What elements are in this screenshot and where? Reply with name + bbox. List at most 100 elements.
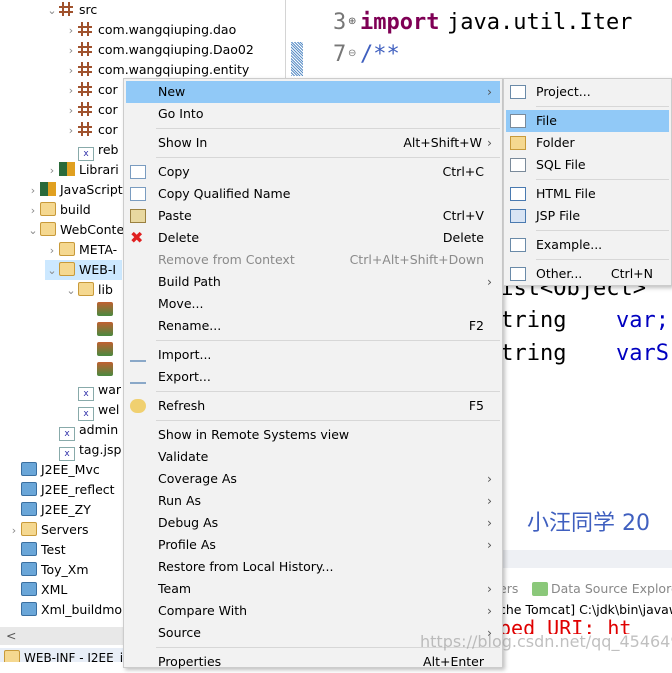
tree-item[interactable]: › Servers: [7, 520, 95, 540]
menu-separator: [156, 128, 500, 129]
menu-item-delete[interactable]: ✖ Delete Delete: [126, 227, 500, 249]
menu-item-new[interactable]: New ›: [126, 81, 500, 103]
menu-item-import[interactable]: Import...: [126, 344, 500, 366]
menu-item-coverage-as[interactable]: Coverage As ›: [126, 468, 500, 490]
chevron-right-icon: ›: [487, 274, 492, 289]
tree-item[interactable]: › cor: [64, 80, 124, 100]
menu-item-properties[interactable]: Properties Alt+Enter: [126, 651, 500, 673]
chevron-right-icon: ›: [487, 581, 492, 596]
lib-icon: [59, 162, 75, 176]
menu-item-example[interactable]: Example...: [506, 234, 669, 256]
menu-item-move[interactable]: Move...: [126, 293, 500, 315]
tree-item[interactable]: › com.wangqiuping.Dao02: [64, 40, 260, 60]
menu-item-remove-from-context[interactable]: Remove from Context Ctrl+Alt+Shift+Down: [126, 249, 500, 271]
lib-icon: [40, 182, 56, 196]
tree-item[interactable]: x admin: [45, 420, 124, 441]
tree-item[interactable]: › JavaScript: [26, 180, 129, 200]
tree-item[interactable]: [83, 340, 123, 360]
tree-item[interactable]: J2EE_reflect: [7, 480, 121, 500]
tree-item[interactable]: [83, 300, 123, 320]
tree-item[interactable]: XML: [7, 580, 73, 600]
tab-data-source-explorer[interactable]: Data Source Explorer: [551, 581, 672, 596]
menu-item-paste[interactable]: Paste Ctrl+V: [126, 205, 500, 227]
menu-item-label: Import...: [158, 347, 212, 362]
menu-item-validate[interactable]: Validate: [126, 446, 500, 468]
chevron-right-icon[interactable]: ›: [64, 121, 78, 141]
chevron-right-icon[interactable]: ›: [45, 161, 59, 181]
menu-item-other[interactable]: Other... Ctrl+N: [506, 263, 669, 285]
expand-icon[interactable]: ⊕: [348, 16, 356, 27]
menu-separator: [156, 420, 500, 421]
tree-item[interactable]: ⌄ WebConte: [26, 220, 130, 240]
chevron-right-icon[interactable]: ›: [64, 101, 78, 121]
tree-item[interactable]: Test: [7, 540, 72, 560]
chevron-right-icon[interactable]: ›: [45, 241, 59, 261]
menu-item-export[interactable]: Export...: [126, 366, 500, 388]
tree-item[interactable]: › cor: [64, 100, 124, 120]
menu-item-label: Go Into: [158, 106, 204, 121]
menu-item-build-path[interactable]: Build Path ›: [126, 271, 500, 293]
tree-item[interactable]: › META-: [45, 240, 123, 260]
tree-item[interactable]: › Librari: [45, 160, 125, 180]
tree-item[interactable]: › build: [26, 200, 97, 220]
tree-item[interactable]: Toy_Xm: [7, 560, 95, 580]
export-icon: [130, 370, 146, 384]
comment-text: /**: [360, 42, 400, 67]
chevron-down-icon[interactable]: ⌄: [45, 1, 59, 21]
chevron-right-icon[interactable]: ›: [26, 201, 40, 221]
chevron-right-icon[interactable]: ›: [64, 61, 78, 81]
menu-item-project[interactable]: Project...: [506, 81, 669, 103]
tree-item[interactable]: Xml_buildmo: [7, 600, 128, 620]
menu-item-go-into[interactable]: Go Into: [126, 103, 500, 125]
menu-item-compare-with[interactable]: Compare With ›: [126, 600, 500, 622]
chevron-down-icon[interactable]: ⌄: [45, 261, 59, 281]
menu-item-debug-as[interactable]: Debug As ›: [126, 512, 500, 534]
tree-item[interactable]: ⌄ WEB-I: [45, 260, 123, 281]
chevron-right-icon[interactable]: ›: [64, 41, 78, 61]
tree-item[interactable]: x reb: [64, 140, 125, 161]
menu-item-folder[interactable]: Folder: [506, 132, 669, 154]
tree-item-label: admin: [79, 422, 119, 437]
tree-item[interactable]: › com.wangqiuping.entity: [64, 60, 255, 80]
tree-item-label: JavaScript: [60, 182, 123, 197]
menu-item-jsp-file[interactable]: JSP File: [506, 205, 669, 227]
collapse-icon[interactable]: ⊖: [348, 48, 356, 59]
menu-item-profile-as[interactable]: Profile As ›: [126, 534, 500, 556]
menu-item-copy[interactable]: Copy Ctrl+C: [126, 161, 500, 183]
chevron-down-icon[interactable]: ⌄: [26, 221, 40, 241]
sql-icon: [510, 158, 526, 172]
menu-item-show-in[interactable]: Show In Alt+Shift+W ›: [126, 132, 500, 154]
menu-item-team[interactable]: Team ›: [126, 578, 500, 600]
tree-item[interactable]: [83, 320, 123, 340]
menu-item-rename[interactable]: Rename... F2: [126, 315, 500, 337]
chevron-right-icon[interactable]: ›: [64, 81, 78, 101]
tree-item-label: Toy_Xm: [41, 562, 89, 577]
chevron-right-icon[interactable]: ›: [26, 181, 40, 201]
tree-item[interactable]: ⌄ lib: [64, 280, 119, 300]
menu-item-label: Delete: [158, 230, 200, 245]
tree-item[interactable]: J2EE_ZY: [7, 500, 97, 520]
menu-item-show-in-remote-systems-view[interactable]: Show in Remote Systems view: [126, 424, 500, 446]
jar-icon: [97, 362, 113, 376]
xml-icon: x: [78, 387, 94, 401]
fold-icon: [40, 202, 56, 216]
tree-item[interactable]: x wel: [64, 400, 125, 421]
menu-item-restore-from-local-history[interactable]: Restore from Local History...: [126, 556, 500, 578]
tree-item[interactable]: J2EE_Mvc: [7, 460, 106, 480]
tree-item[interactable]: [83, 360, 123, 380]
tree-item[interactable]: › cor: [64, 120, 124, 140]
menu-item-run-as[interactable]: Run As ›: [126, 490, 500, 512]
scroll-left-icon[interactable]: <: [6, 627, 16, 645]
menu-item-file[interactable]: File: [506, 110, 669, 132]
tree-item[interactable]: x tag.jsp: [45, 440, 127, 461]
chevron-right-icon[interactable]: ›: [64, 21, 78, 41]
menu-item-copy-qualified-name[interactable]: Copy Qualified Name: [126, 183, 500, 205]
chevron-right-icon[interactable]: ›: [7, 521, 21, 541]
tree-item[interactable]: › com.wangqiuping.dao: [64, 20, 242, 40]
tree-item[interactable]: ⌄ src: [45, 0, 103, 20]
menu-item-refresh[interactable]: Refresh F5: [126, 395, 500, 417]
menu-item-sql-file[interactable]: SQL File: [506, 154, 669, 176]
tree-item[interactable]: x war: [64, 380, 127, 401]
chevron-down-icon[interactable]: ⌄: [64, 281, 78, 301]
menu-item-html-file[interactable]: HTML File: [506, 183, 669, 205]
